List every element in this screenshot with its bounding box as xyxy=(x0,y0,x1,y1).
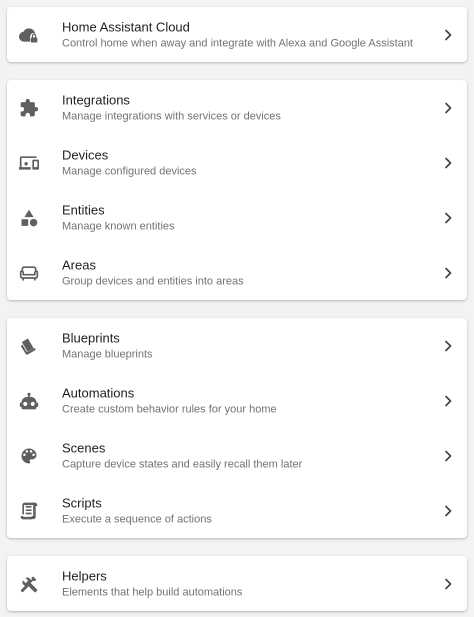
menu-item-title: Blueprints xyxy=(62,330,120,345)
cloud-lock-icon xyxy=(19,25,39,45)
chevron-right-icon xyxy=(442,212,454,224)
chevron-right-icon xyxy=(442,29,454,41)
menu-item-subtitle: Execute a sequence of actions xyxy=(62,513,212,525)
menu-item-text: Integrations Manage integrations with se… xyxy=(62,91,427,124)
menu-item-subtitle: Group devices and entities into areas xyxy=(62,275,244,287)
cloud-card: Home Assistant Cloud Control home when a… xyxy=(7,7,467,62)
chevron-right-icon xyxy=(442,157,454,169)
menu-item-home-assistant-cloud[interactable]: Home Assistant Cloud Control home when a… xyxy=(7,7,467,62)
helpers-card: Helpers Elements that help build automat… xyxy=(7,556,467,611)
chevron-right-icon xyxy=(442,340,454,352)
config-dashboard: Home Assistant Cloud Control home when a… xyxy=(0,0,474,617)
menu-item-text: Blueprints Manage blueprints xyxy=(62,329,427,362)
sofa-icon xyxy=(19,263,39,283)
menu-item-subtitle: Manage integrations with services or dev… xyxy=(62,110,281,122)
menu-item-scenes[interactable]: Scenes Capture device states and easily … xyxy=(7,428,467,483)
menu-item-text: Scripts Execute a sequence of actions xyxy=(62,494,427,527)
devices-icon xyxy=(19,153,39,173)
menu-item-helpers[interactable]: Helpers Elements that help build automat… xyxy=(7,556,467,611)
menu-item-title: Automations xyxy=(62,385,135,400)
chevron-right-icon xyxy=(442,102,454,114)
menu-item-text: Entities Manage known entities xyxy=(62,201,427,234)
menu-item-title: Integrations xyxy=(62,92,130,107)
menu-item-subtitle: Elements that help build automations xyxy=(62,586,243,598)
menu-item-title: Scenes xyxy=(62,440,106,455)
chevron-right-icon xyxy=(442,267,454,279)
script-icon xyxy=(19,501,39,521)
menu-item-scripts[interactable]: Scripts Execute a sequence of actions xyxy=(7,483,467,538)
menu-item-areas[interactable]: Areas Group devices and entities into ar… xyxy=(7,245,467,300)
shape-icon xyxy=(19,208,39,228)
menu-item-blueprints[interactable]: Blueprints Manage blueprints xyxy=(7,318,467,373)
menu-item-text: Helpers Elements that help build automat… xyxy=(62,567,427,600)
menu-item-title: Areas xyxy=(62,257,96,272)
palette-icon xyxy=(19,446,39,466)
menu-item-subtitle: Control home when away and integrate wit… xyxy=(62,37,413,49)
robot-icon xyxy=(19,391,39,411)
chevron-right-icon xyxy=(442,395,454,407)
menu-item-title: Home Assistant Cloud xyxy=(62,19,190,34)
chevron-right-icon xyxy=(442,578,454,590)
chevron-right-icon xyxy=(442,450,454,462)
menu-item-text: Areas Group devices and entities into ar… xyxy=(62,256,427,289)
menu-item-title: Devices xyxy=(62,147,109,162)
menu-item-subtitle: Manage known entities xyxy=(62,220,175,232)
menu-item-integrations[interactable]: Integrations Manage integrations with se… xyxy=(7,80,467,135)
chevron-right-icon xyxy=(442,505,454,517)
tools-icon xyxy=(19,574,39,594)
menu-item-title: Entities xyxy=(62,202,105,217)
menu-item-text: Automations Create custom behavior rules… xyxy=(62,384,427,417)
menu-item-subtitle: Manage configured devices xyxy=(62,165,197,177)
menu-item-text: Devices Manage configured devices xyxy=(62,146,427,179)
menu-item-title: Scripts xyxy=(62,495,102,510)
menu-item-subtitle: Create custom behavior rules for your ho… xyxy=(62,403,277,415)
menu-item-title: Helpers xyxy=(62,568,107,583)
menu-item-subtitle: Manage blueprints xyxy=(62,348,153,360)
menu-item-automations[interactable]: Automations Create custom behavior rules… xyxy=(7,373,467,428)
menu-item-entities[interactable]: Entities Manage known entities xyxy=(7,190,467,245)
menu-item-text: Scenes Capture device states and easily … xyxy=(62,439,427,472)
menu-item-devices[interactable]: Devices Manage configured devices xyxy=(7,135,467,190)
automation-card: Blueprints Manage blueprints Automations… xyxy=(7,318,467,538)
menu-item-text: Home Assistant Cloud Control home when a… xyxy=(62,18,427,51)
blueprint-icon xyxy=(19,336,39,356)
menu-item-subtitle: Capture device states and easily recall … xyxy=(62,458,303,470)
devices-services-card: Integrations Manage integrations with se… xyxy=(7,80,467,300)
puzzle-icon xyxy=(19,98,39,118)
